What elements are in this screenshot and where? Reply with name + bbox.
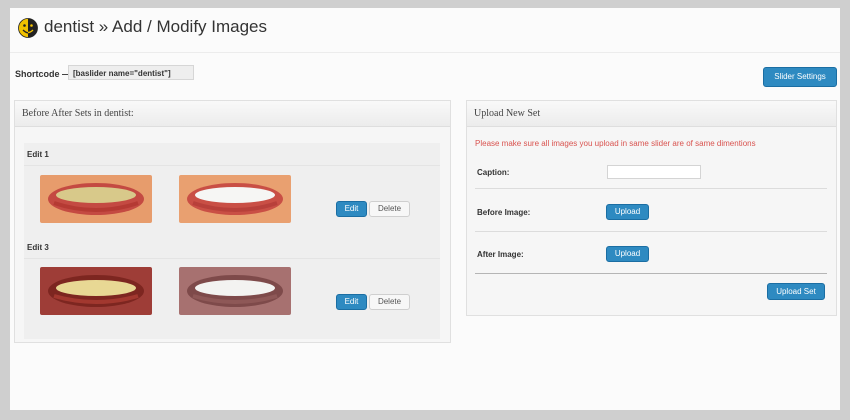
sets-panel-heading: Before After Sets in dentist: bbox=[15, 101, 450, 127]
slider-settings-button[interactable]: Slider Settings bbox=[763, 67, 837, 87]
set-divider bbox=[24, 258, 440, 259]
before-image-thumbnail bbox=[40, 267, 152, 315]
caption-input[interactable] bbox=[607, 165, 701, 179]
after-image-thumbnail bbox=[179, 175, 291, 223]
shortcode-value: [baslider name="dentist"] bbox=[68, 65, 194, 80]
sets-panel: Before After Sets in dentist: Edit 1 Edi… bbox=[14, 100, 451, 343]
before-upload-button[interactable]: Upload bbox=[606, 204, 649, 220]
set-label: Edit 3 bbox=[27, 243, 49, 252]
edit-button[interactable]: Edit bbox=[336, 201, 367, 217]
dimensions-warning: Please make sure all images you upload i… bbox=[475, 139, 756, 148]
after-image-thumbnail bbox=[179, 267, 291, 315]
after-image-label: After Image: bbox=[477, 250, 524, 259]
form-divider bbox=[475, 273, 827, 274]
before-image-thumbnail bbox=[40, 175, 152, 223]
title-divider bbox=[10, 52, 840, 53]
smiley-logo-icon bbox=[18, 18, 38, 38]
form-divider bbox=[475, 231, 827, 232]
set-label: Edit 1 bbox=[27, 150, 49, 159]
upload-panel-heading: Upload New Set bbox=[467, 101, 836, 127]
edit-button[interactable]: Edit bbox=[336, 294, 367, 310]
sets-list: Edit 1 Edit Delete Edit 3 Edit Delete bbox=[24, 143, 440, 339]
upload-panel: Upload New Set Please make sure all imag… bbox=[466, 100, 837, 316]
shortcode-label: Shortcode — bbox=[15, 69, 72, 79]
delete-button[interactable]: Delete bbox=[369, 294, 410, 310]
form-divider bbox=[475, 188, 827, 189]
upload-set-button[interactable]: Upload Set bbox=[767, 283, 825, 300]
app-window: dentist » Add / Modify Images Shortcode … bbox=[10, 8, 840, 410]
delete-button[interactable]: Delete bbox=[369, 201, 410, 217]
page-title: dentist » Add / Modify Images bbox=[44, 17, 268, 36]
before-image-label: Before Image: bbox=[477, 208, 531, 217]
after-upload-button[interactable]: Upload bbox=[606, 246, 649, 262]
caption-label: Caption: bbox=[477, 168, 510, 177]
set-divider bbox=[24, 165, 440, 166]
